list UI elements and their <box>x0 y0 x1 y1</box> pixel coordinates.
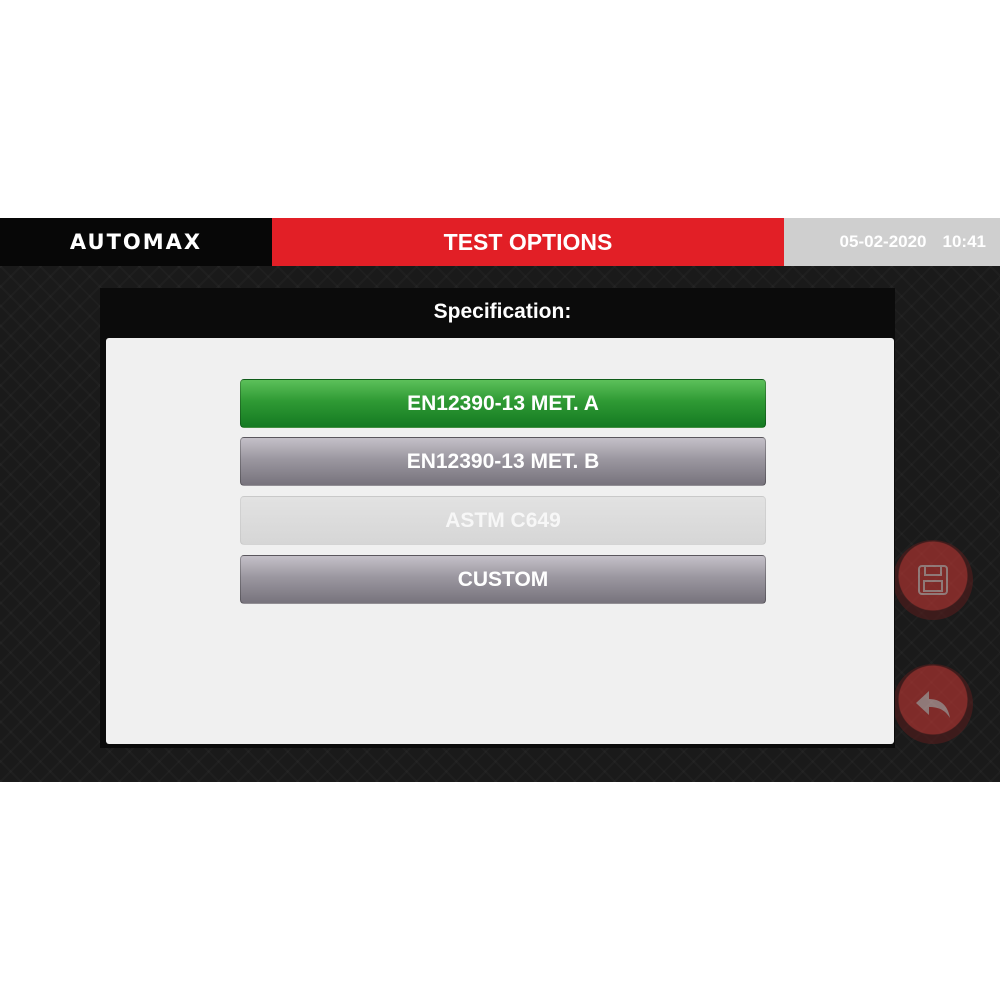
floppy-disk-icon <box>918 565 948 595</box>
option-astm-c649: ASTM C649 <box>240 496 766 545</box>
option-en12390-13-met-a[interactable]: EN12390-13 MET. A <box>240 379 766 428</box>
back-arrow-icon <box>916 691 950 718</box>
save-button[interactable] <box>893 540 973 620</box>
device-screen: AUTOMAX TEST OPTIONS 05-02-2020 10:41 Sp… <box>0 218 1000 782</box>
header-bar: AUTOMAX TEST OPTIONS 05-02-2020 10:41 <box>0 218 1000 266</box>
brand-logo: AUTOMAX <box>0 218 272 266</box>
datetime-display: 05-02-2020 10:41 <box>784 218 1000 266</box>
time-label: 10:41 <box>942 232 986 251</box>
back-button[interactable] <box>893 664 973 744</box>
date-label: 05-02-2020 <box>839 232 927 251</box>
option-en12390-13-met-b[interactable]: EN12390-13 MET. B <box>240 437 766 486</box>
specification-dialog: EN12390-13 MET. A EN12390-13 MET. B ASTM… <box>106 338 894 744</box>
option-custom[interactable]: CUSTOM <box>240 555 766 604</box>
page-title: TEST OPTIONS <box>272 218 784 266</box>
dialog-title: Specification: <box>433 300 572 323</box>
